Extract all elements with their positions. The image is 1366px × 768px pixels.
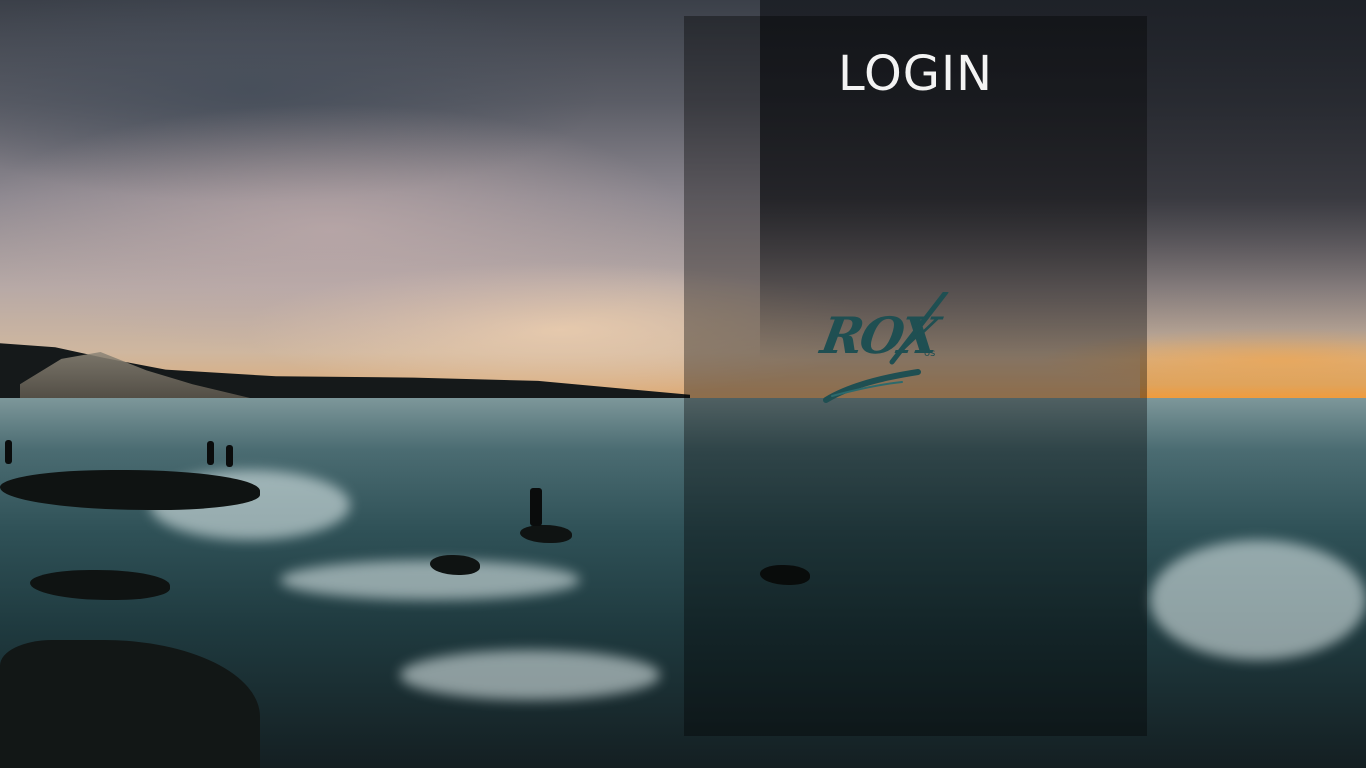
wave-foam	[1150, 540, 1366, 660]
fisherman	[5, 440, 12, 464]
fisherman	[530, 488, 542, 526]
fisherman	[226, 445, 233, 467]
fisherman	[207, 441, 214, 465]
login-title: LOGIN	[837, 46, 994, 102]
background-image	[0, 0, 1366, 768]
wave-foam	[400, 650, 660, 700]
rox-os-logo[interactable]: ROX os	[817, 292, 952, 410]
sunset-glow	[1140, 340, 1366, 404]
login-panel: LOGIN ROX os	[684, 16, 1147, 736]
logo-brush-icon	[823, 292, 949, 403]
